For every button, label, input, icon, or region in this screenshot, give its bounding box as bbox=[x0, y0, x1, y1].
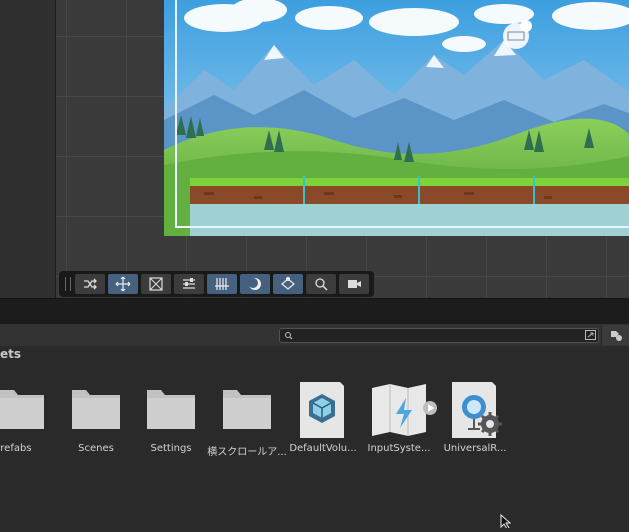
hierarchy-edge bbox=[0, 0, 56, 298]
search-icon bbox=[315, 278, 328, 291]
sorting-tool-icon bbox=[183, 278, 195, 289]
camera-tool-button[interactable] bbox=[339, 274, 369, 294]
move-tool-icon bbox=[115, 276, 131, 292]
view-tool-button[interactable] bbox=[75, 274, 105, 294]
scene-view[interactable] bbox=[0, 0, 629, 298]
asset-label: Scenes bbox=[78, 443, 114, 454]
input-actions-icon bbox=[372, 384, 437, 436]
rect-tool-button[interactable] bbox=[141, 274, 171, 294]
breadcrumb[interactable]: ets bbox=[0, 347, 21, 361]
asset-label: Prefabs bbox=[0, 443, 32, 454]
game-background-image[interactable] bbox=[164, 0, 629, 236]
asset-folder-side-scroll[interactable]: 横スクロールア... bbox=[207, 380, 287, 460]
move-tool-button[interactable] bbox=[108, 274, 138, 294]
light-tool-icon bbox=[248, 278, 261, 290]
sorting-tool-button[interactable] bbox=[174, 274, 204, 294]
asset-label: DefaultVolu... bbox=[289, 443, 357, 454]
asset-label: UniversalR... bbox=[443, 443, 507, 454]
search-icon bbox=[285, 332, 293, 340]
breadcrumb-bar bbox=[0, 346, 629, 368]
search-by-label-button[interactable] bbox=[601, 325, 629, 345]
tilemap-tool-icon bbox=[215, 278, 229, 290]
asset-folder-prefabs[interactable]: Prefabs bbox=[0, 380, 50, 460]
volume-profile-icon bbox=[300, 382, 344, 438]
scene-tools-overlay bbox=[59, 271, 374, 297]
asset-label: Settings bbox=[150, 443, 192, 454]
search-tool-button[interactable] bbox=[306, 274, 336, 294]
label-tag-icon bbox=[611, 331, 622, 341]
asset-folder-settings[interactable]: Settings bbox=[134, 380, 208, 460]
asset-label: InputSyste... bbox=[367, 443, 431, 454]
project-search-input[interactable] bbox=[279, 328, 599, 343]
folder-icon bbox=[0, 390, 44, 429]
asset-label: 横スクロールア... bbox=[207, 447, 287, 458]
folder-icon bbox=[147, 390, 195, 429]
asset-universal-render-pipeline[interactable]: UniversalR... bbox=[438, 380, 512, 460]
render-pipeline-icon bbox=[452, 382, 502, 438]
layers-tool-button[interactable] bbox=[273, 274, 303, 294]
tilemap-tool-button[interactable] bbox=[207, 274, 237, 294]
rect-tool-icon bbox=[149, 277, 163, 291]
search-by-type-icon[interactable] bbox=[584, 329, 597, 341]
folder-icon bbox=[223, 390, 271, 429]
panel-divider bbox=[0, 298, 629, 324]
asset-folder-scenes[interactable]: Scenes bbox=[59, 380, 133, 460]
folder-icon bbox=[72, 390, 120, 429]
toolbar-grip-handle[interactable] bbox=[65, 277, 71, 291]
light-tool-button[interactable] bbox=[240, 274, 270, 294]
camera-icon bbox=[348, 280, 361, 288]
asset-default-volume-profile[interactable]: DefaultVolu... bbox=[286, 380, 360, 460]
mouse-cursor-icon bbox=[500, 513, 514, 532]
view-tool-icon bbox=[84, 278, 97, 290]
asset-input-system-actions[interactable]: InputSyste... bbox=[362, 380, 437, 460]
layers-tool-icon bbox=[281, 277, 295, 290]
